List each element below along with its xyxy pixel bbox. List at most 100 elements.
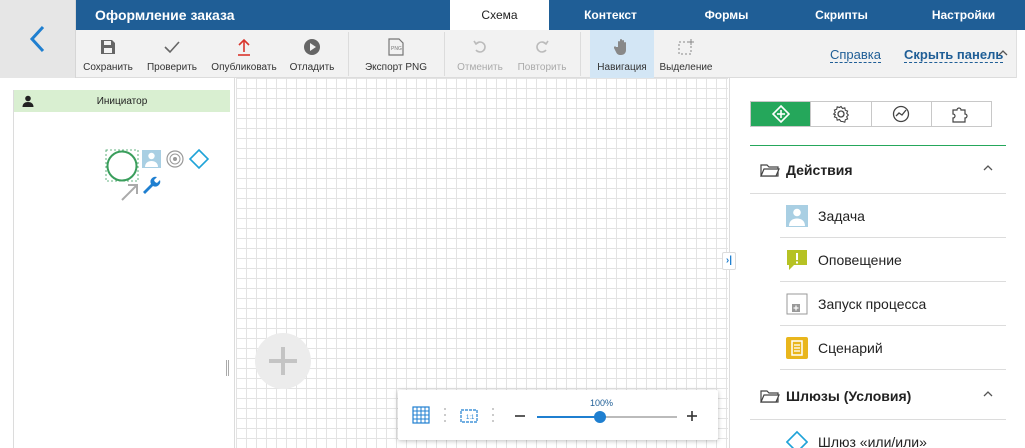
palette-item-script[interactable]: Сценарий [780,326,1006,370]
chevron-up-icon [983,391,993,397]
publish-button[interactable]: Опубликовать [208,30,280,78]
zoom-out-icon[interactable] [514,410,526,422]
undo-label: Отменить [457,62,503,73]
zoom-level: 100% [590,398,614,408]
chevron-up-icon [998,50,1008,56]
process-title: Оформление заказа [95,7,235,23]
panel-collapse-handle[interactable]: ›| [722,252,736,270]
tab-analytics[interactable] [872,102,932,126]
undo-button[interactable]: Отменить [454,30,506,78]
panel-tabs [750,101,992,127]
debug-label: Отладить [289,62,335,73]
checkmark-icon [162,37,182,57]
selection-label: Выделение [659,62,713,73]
palette-item-label: Запуск процесса [818,295,927,312]
toolbar-divider [444,32,445,76]
palette-item-notification[interactable]: Оповещение [780,238,1006,282]
tab-underline [750,145,1006,146]
separator-dots [492,408,494,422]
notification-icon [786,249,808,271]
tab-forms[interactable]: Формы [672,0,781,30]
separator-dots [444,408,446,422]
grid-icon[interactable] [412,406,430,424]
tab-settings[interactable]: Настройки [902,0,1025,30]
puzzle-icon [952,107,968,123]
help-link[interactable]: Справка [830,48,881,63]
export-png-button[interactable]: PNG Экспорт PNG [358,30,434,78]
back-arrow-icon [29,25,44,53]
palette-item-gateway[interactable]: Шлюз «или/или» [780,420,1006,448]
svg-text:1:1: 1:1 [466,415,475,421]
publish-label: Опубликовать [211,62,277,73]
selection-button[interactable]: Выделение [656,30,716,78]
plus-icon [269,347,297,375]
export-png-label: Экспорт PNG [364,62,428,73]
hand-icon [612,37,632,57]
settings-icon [832,105,849,123]
toolbar-divider [580,32,581,76]
lane-header[interactable]: Инициатор [14,90,230,112]
check-button[interactable]: Проверить [144,30,200,78]
save-icon [98,37,118,57]
add-task-icon[interactable] [142,150,161,168]
select-area-icon [676,37,696,57]
tab-scripts[interactable]: Скрипты [781,0,902,30]
section-title: Действия [786,162,853,178]
zoom-in-icon[interactable] [686,410,698,422]
save-button[interactable]: Сохранить [80,30,136,78]
palette-item-label: Задача [818,207,865,224]
back-button[interactable] [0,0,76,78]
tab-context[interactable]: Контекст [549,0,672,30]
palette-item-label: Сценарий [818,339,883,356]
zoom-slider[interactable] [537,411,677,423]
redo-icon [532,37,552,57]
section-title: Шлюзы (Условия) [786,388,912,404]
section-gateways[interactable]: Шлюзы (Условия) [750,376,1006,416]
app-header: Оформление заказа Схема Контекст Формы С… [0,0,1025,30]
start-event[interactable] [106,150,138,181]
toolbar: Сохранить Проверить Опубликовать Отладит… [76,30,1025,78]
folder-icon [760,390,780,403]
subprocess-icon [786,293,808,315]
svg-text:PNG: PNG [391,46,402,52]
palette-item-task[interactable]: Задача [780,194,1006,238]
debug-button[interactable]: Отладить [286,30,338,78]
publish-icon [234,37,254,57]
lane-border [13,90,14,448]
swimlane-panel: Инициатор [0,78,235,448]
hide-panel-link[interactable]: Скрыть панель [904,48,1004,63]
zoom-slider-handle[interactable] [594,411,606,423]
save-label: Сохранить [83,62,133,73]
add-lane-button[interactable] [255,333,311,389]
navigation-button[interactable]: Навигация [590,30,654,78]
connect-arrow-icon[interactable] [120,182,140,202]
chart-icon [892,105,910,123]
add-event-icon[interactable] [166,150,184,168]
zoom-toolbar: 1:1 100% [398,390,718,440]
lane-title: Инициатор [96,95,148,107]
undo-icon [470,37,490,57]
palette-item-label: Шлюз «или/или» [818,434,927,448]
png-file-icon: PNG [386,37,406,57]
tab-elements[interactable] [751,102,812,126]
gateway-icon [786,430,808,448]
check-label: Проверить [146,62,197,73]
wrench-icon[interactable] [140,173,162,195]
elements-icon [771,105,790,123]
navigation-label: Навигация [597,62,647,73]
play-icon [302,37,322,57]
lane-resize-handle[interactable] [226,360,229,376]
toolbar-scrollbar[interactable] [1016,30,1025,78]
tab-schema[interactable]: Схема [450,0,549,30]
script-icon [786,336,808,359]
add-gateway-icon[interactable] [188,148,210,170]
elements-panel: Действия Задача Оповещение Запуск процес… [729,78,1025,448]
section-actions[interactable]: Действия [750,150,1006,190]
redo-button[interactable]: Повторить [512,30,572,78]
palette-item-subprocess[interactable]: Запуск процесса [780,282,1006,326]
user-task-icon [786,204,808,227]
tab-properties[interactable] [811,102,872,126]
palette-item-label: Оповещение [818,251,902,268]
tab-extensions[interactable] [932,102,991,126]
fit-screen-icon[interactable]: 1:1 [460,406,478,424]
